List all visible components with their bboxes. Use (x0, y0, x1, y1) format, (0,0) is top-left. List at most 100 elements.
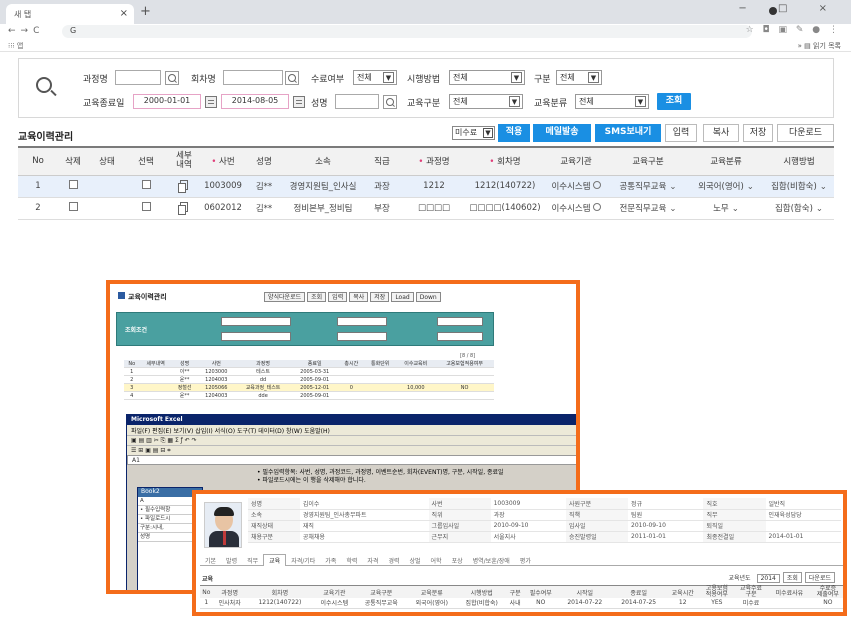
excel-name-box: A1 (127, 455, 576, 465)
chevron-down-icon: ⌄ (731, 204, 739, 214)
session-name[interactable]: □□□□(140602) (466, 197, 544, 220)
delete-checkbox[interactable] (68, 202, 78, 211)
excel-toolbar: ▣ ▤ ▥ ✂ ⎘ ▦ Σ ƒ ↶ ↷ (127, 435, 576, 445)
select-checkbox[interactable] (141, 202, 151, 211)
nav-buttons[interactable]: ←→C (8, 26, 44, 36)
date-from-input[interactable]: 2000-01-01 (133, 94, 201, 109)
course-search-button[interactable] (165, 71, 179, 85)
end-date-label: 교육종료일 (83, 99, 125, 109)
search-button[interactable]: 조회 (657, 93, 691, 110)
completion-select[interactable]: 전체 ▼ (353, 70, 397, 85)
course-name[interactable]: 1212 (402, 175, 466, 198)
reading-list[interactable]: » ▤ 읽기 목록 (798, 41, 841, 51)
chevron-down-icon: ▼ (383, 72, 394, 83)
method-select[interactable]: 전체 ▼ (449, 70, 525, 85)
chevron-down-icon: ⌄ (815, 204, 824, 214)
calendar-icon[interactable] (293, 96, 305, 108)
bookmarks-bar: ⁝⁝⁝ 앱 » ▤ 읽기 목록 (0, 40, 851, 52)
detail-icon[interactable] (178, 179, 188, 193)
table-row[interactable]: 1 1003009 김** 경영지원팀_인사실 과장 1212 1212(140… (18, 175, 834, 198)
tab: 자격 (367, 558, 379, 565)
legacy-col: 고용보험적용여부 (435, 360, 494, 368)
detail-icon[interactable] (178, 201, 188, 215)
course-name-label: 과정명 (83, 75, 108, 85)
column-header: 시행방법 (764, 146, 834, 176)
legacy-col: 종료일 (290, 360, 339, 368)
chevron-down-icon: ⌄ (819, 182, 827, 192)
edu-type-label: 교육구분 (407, 99, 441, 109)
excel-note: • 필수입력항목: 사번, 성명, 과정코드, 과정명, 이벤트순번, 회차(E… (257, 469, 504, 484)
edu-controls: 교육년도 2014 조회 다운로드 (722, 572, 835, 583)
category-label: 구분 (534, 75, 551, 85)
address-bar-row: ←→C G ☆ ◘ ▣ ✎ ● ⋮ (0, 24, 851, 40)
legacy-field (437, 317, 483, 326)
calendar-icon[interactable] (205, 96, 217, 108)
institution[interactable]: 이수시스템 (544, 175, 608, 198)
name-search-button[interactable] (383, 95, 397, 109)
edu-type[interactable]: 전문직무교육 ⌄ (608, 197, 688, 220)
search-icon[interactable] (592, 181, 601, 189)
column-header: 소속 (284, 146, 362, 176)
tab: 가족 (325, 558, 337, 565)
legacy-col: 이수교육비 (396, 360, 436, 368)
condition-label: 조회조건 (125, 327, 148, 334)
chevron-down-icon: ⌄ (669, 182, 677, 192)
edu-class-label: 교육분류 (534, 99, 568, 109)
method-label: 시행방법 (407, 75, 441, 85)
tab: 경력 (388, 558, 400, 565)
edu-type-select[interactable]: 전체 ▼ (449, 94, 523, 109)
search-icon[interactable] (592, 203, 601, 211)
tab: 어학 (430, 558, 442, 565)
course-name-input[interactable] (115, 70, 161, 85)
category-select[interactable]: 전체 ▼ (556, 70, 602, 85)
tab: 발령 (226, 558, 238, 565)
apply-button[interactable]: 적용 (498, 124, 530, 142)
legacy-col: 과정명 (235, 360, 291, 368)
extension-icons[interactable]: ☆ ◘ ▣ ✎ ● ⋮ (746, 25, 841, 35)
legacy-button: 저장 (370, 292, 390, 302)
session-name[interactable]: 1212(140722) (466, 175, 544, 198)
copy-button[interactable]: 복사 (703, 124, 739, 142)
column-header: • 회차명 (466, 146, 544, 176)
legacy-row: 4 윤** 1204003 dde 2005-09-01 (124, 391, 494, 400)
save-button[interactable]: 저장 (743, 124, 773, 142)
method[interactable]: 집합(비합숙) ⌄ (764, 175, 834, 198)
row-status (88, 197, 126, 220)
name-input[interactable] (335, 94, 379, 109)
completion-label: 수료여부 (311, 75, 345, 85)
method[interactable]: 집합(합숙) ⌄ (764, 197, 834, 220)
status-select[interactable]: 미수료 ▼ (452, 126, 495, 140)
edu-class[interactable]: 노무 ⌄ (688, 197, 764, 220)
tab: 학력 (346, 558, 358, 565)
sms-button[interactable]: SMS보내기 (595, 124, 661, 142)
legacy-button: Load (391, 292, 414, 302)
browser-tab[interactable]: 새 탭 × (6, 4, 134, 24)
table-row[interactable]: 2 0602012 김** 정비본부_정비팀 부장 □□□□ □□□□(1406… (18, 197, 834, 220)
row-status (88, 175, 126, 198)
edu-type[interactable]: 공통직무교육 ⌄ (608, 175, 688, 198)
legacy-field (221, 332, 291, 341)
apps-shortcut[interactable]: ⁝⁝⁝ 앱 (8, 41, 23, 51)
session-name-input[interactable] (223, 70, 283, 85)
rank: 부장 (362, 197, 402, 220)
date-to-input[interactable]: 2014-08-05 (221, 94, 289, 109)
new-tab-button[interactable]: + (140, 4, 151, 19)
column-header: 교육기관 (544, 146, 608, 176)
excel-title: Microsoft Excel (127, 415, 576, 425)
course-name[interactable]: □□□□ (402, 197, 466, 220)
session-name-label: 회차명 (191, 75, 216, 85)
edu-class[interactable]: 외국어(영어) ⌄ (688, 175, 764, 198)
edu-class-select[interactable]: 전체 ▼ (575, 94, 649, 109)
delete-checkbox[interactable] (68, 180, 78, 189)
select-checkbox[interactable] (141, 180, 151, 189)
legacy-field (337, 332, 387, 341)
mail-button[interactable]: 메일발송 (533, 124, 591, 142)
download-button[interactable]: 다운로드 (777, 124, 834, 142)
window-controls[interactable]: − □ × (738, 3, 841, 14)
url-field[interactable]: G (62, 25, 752, 38)
institution[interactable]: 이수시스템 (544, 197, 608, 220)
input-button[interactable]: 입력 (665, 124, 697, 142)
tab: 상벌 (409, 558, 421, 565)
close-tab-icon[interactable]: × (120, 8, 128, 19)
session-search-button[interactable] (285, 71, 299, 85)
